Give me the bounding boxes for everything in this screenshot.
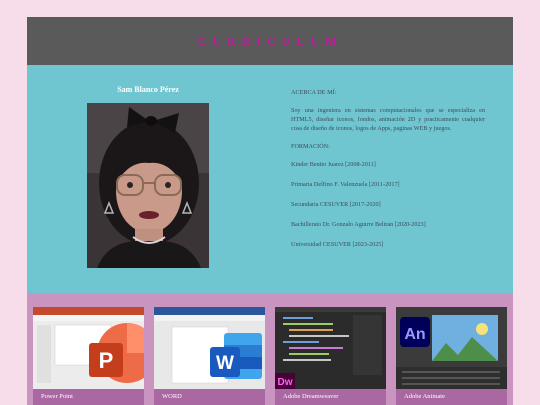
skill-label: WORD bbox=[162, 393, 182, 400]
page-title: CURRICULUM bbox=[197, 33, 343, 48]
svg-text:An: An bbox=[404, 326, 425, 343]
curriculum-page: CURRICULUM Sam Blanco Pérez ACERCA DE MÍ… bbox=[27, 17, 513, 405]
powerpoint-icon: P bbox=[33, 307, 144, 389]
svg-text:P: P bbox=[99, 348, 114, 373]
profile-photo bbox=[87, 103, 209, 268]
skill-card-animate[interactable]: An Adobe Animate bbox=[396, 307, 507, 405]
dreamweaver-icon: Dw bbox=[275, 307, 386, 389]
skill-label: Adobe Animate bbox=[404, 393, 445, 400]
skill-card-dreamweaver[interactable]: Dw Adobe Dreamweaver bbox=[275, 307, 386, 405]
main-section: Sam Blanco Pérez ACERCA DE MÍ: Soy una i… bbox=[27, 65, 513, 293]
skill-label: Power Point bbox=[41, 393, 73, 400]
about-label: ACERCA DE MÍ: bbox=[291, 89, 337, 96]
word-icon: W bbox=[154, 307, 265, 389]
info-column: ACERCA DE MÍ: Soy una ingeniera en siste… bbox=[291, 89, 485, 261]
animate-icon: An bbox=[396, 307, 507, 389]
education-item: Kinder Benito Juarez [2008-2011] bbox=[291, 160, 376, 168]
svg-text:W: W bbox=[216, 353, 234, 374]
profile-name: Sam Blanco Pérez bbox=[117, 85, 179, 94]
skill-card-powerpoint[interactable]: P Power Point bbox=[33, 307, 144, 405]
education-item: Universidad CESUVER [2023-2025] bbox=[291, 240, 384, 248]
education-item: Bachillerato Dr. Gonzalo Aguirre Beltran… bbox=[291, 220, 426, 228]
skills-section: P Power Point W WORD Dw Adobe Dreamweave… bbox=[27, 293, 513, 405]
svg-text:Dw: Dw bbox=[278, 377, 293, 388]
skill-label: Adobe Dreamweaver bbox=[283, 393, 339, 400]
education-label: FORMACIÓN: bbox=[291, 142, 330, 150]
education-item: Primaria Delfino F. Valenzuela [2011-201… bbox=[291, 180, 400, 188]
education-item: Secundaria CESUVER [2017-2020] bbox=[291, 200, 381, 208]
header: CURRICULUM bbox=[27, 17, 513, 65]
skill-card-word[interactable]: W WORD bbox=[154, 307, 265, 405]
about-text: Soy una ingeniera en sistemas computacio… bbox=[291, 106, 485, 132]
